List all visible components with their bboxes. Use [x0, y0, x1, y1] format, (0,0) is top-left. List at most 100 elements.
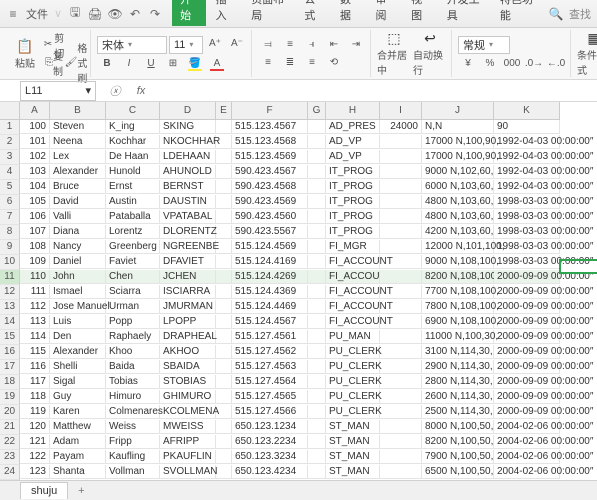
- cell[interactable]: [380, 225, 422, 239]
- cell[interactable]: 1998-03-03 00:00:00″: [494, 240, 560, 254]
- cell[interactable]: [308, 135, 326, 149]
- cell[interactable]: JMURMAN: [160, 300, 216, 314]
- bold-button[interactable]: B: [97, 56, 117, 72]
- cell[interactable]: [380, 135, 422, 149]
- row-header[interactable]: 16: [0, 345, 20, 360]
- format-painter-button[interactable]: 🖌格式刷: [66, 55, 86, 71]
- cell[interactable]: 515.124.4569: [232, 240, 308, 254]
- cell[interactable]: 4800 N,103,60,: [422, 210, 494, 224]
- cell[interactable]: Bruce: [50, 180, 106, 194]
- cell[interactable]: [216, 210, 232, 224]
- cell[interactable]: 9000 N,108,100,: [422, 255, 494, 269]
- cell[interactable]: 590.423.4560: [232, 210, 308, 224]
- cell[interactable]: 118: [20, 390, 50, 404]
- ribbon-tab[interactable]: 插入: [208, 0, 242, 26]
- cell[interactable]: Alexander: [50, 345, 106, 359]
- italic-button[interactable]: I: [119, 56, 139, 72]
- row-header[interactable]: 12: [0, 285, 20, 300]
- cell[interactable]: PU_CLERK: [326, 360, 380, 374]
- search-label[interactable]: 查找: [569, 6, 591, 22]
- cell[interactable]: Karen: [50, 405, 106, 419]
- cell[interactable]: PU_CLERK: [326, 375, 380, 389]
- cell[interactable]: 515.124.4369: [232, 285, 308, 299]
- ribbon-tab[interactable]: 开始: [172, 0, 206, 26]
- cell[interactable]: ST_MAN: [326, 435, 380, 449]
- sheet-tab[interactable]: shuju: [20, 482, 68, 499]
- cell[interactable]: ISCIARRA: [160, 285, 216, 299]
- font-combo[interactable]: 宋体▾: [97, 36, 167, 54]
- cell[interactable]: AHUNOLD: [160, 165, 216, 179]
- row-header[interactable]: 24: [0, 465, 20, 480]
- row-header[interactable]: 9: [0, 240, 20, 255]
- cell[interactable]: IT_PROG: [326, 225, 380, 239]
- cell[interactable]: [380, 315, 422, 329]
- cell[interactable]: [308, 225, 326, 239]
- print-icon[interactable]: 🖨: [88, 7, 102, 21]
- cell[interactable]: 515.124.4169: [232, 255, 308, 269]
- cell[interactable]: 1998-03-03 00:00:00″: [494, 255, 560, 269]
- cell[interactable]: Valli: [50, 210, 106, 224]
- row-header[interactable]: 19: [0, 390, 20, 405]
- row-header[interactable]: 21: [0, 420, 20, 435]
- cell[interactable]: 8200 N,108,100,: [422, 270, 494, 284]
- cell[interactable]: 117: [20, 375, 50, 389]
- cell[interactable]: K_ing: [106, 120, 160, 134]
- cell[interactable]: Den: [50, 330, 106, 344]
- border-button[interactable]: ⊞: [163, 56, 183, 72]
- cell[interactable]: Ernst: [106, 180, 160, 194]
- cell[interactable]: IT_PROG: [326, 210, 380, 224]
- cell[interactable]: 1992-04-03 00:00:00″: [494, 150, 560, 164]
- indent-right-button[interactable]: ⇥: [346, 37, 366, 53]
- cell[interactable]: [216, 435, 232, 449]
- cell[interactable]: 101: [20, 135, 50, 149]
- cell[interactable]: PU_CLERK: [326, 345, 380, 359]
- cell[interactable]: VPATABAL: [160, 210, 216, 224]
- cell[interactable]: 120: [20, 420, 50, 434]
- cell[interactable]: [380, 240, 422, 254]
- preview-icon[interactable]: 👁: [108, 7, 122, 21]
- currency-button[interactable]: ¥: [458, 56, 478, 72]
- row-header[interactable]: 15: [0, 330, 20, 345]
- cell[interactable]: 108: [20, 240, 50, 254]
- cell[interactable]: 3100 N,114,30,: [422, 345, 494, 359]
- cell[interactable]: Hunold: [106, 165, 160, 179]
- cell[interactable]: John: [50, 270, 106, 284]
- cell[interactable]: Adam: [50, 435, 106, 449]
- ribbon-tab[interactable]: 数据: [332, 0, 366, 26]
- cell[interactable]: 2000-09-09 00:00:00″: [494, 360, 560, 374]
- cell[interactable]: David: [50, 195, 106, 209]
- cell[interactable]: DAUSTIN: [160, 195, 216, 209]
- number-format-combo[interactable]: 常规▾: [458, 36, 510, 54]
- cell[interactable]: ST_MAN: [326, 465, 380, 479]
- column-header[interactable]: E: [216, 102, 232, 120]
- cell[interactable]: [380, 345, 422, 359]
- cell[interactable]: 12000 N,101,100,: [422, 240, 494, 254]
- cell[interactable]: [216, 405, 232, 419]
- cell[interactable]: PU_MAN: [326, 330, 380, 344]
- cell[interactable]: N,N: [422, 120, 494, 134]
- align-bottom-button[interactable]: ⫣: [302, 37, 322, 53]
- cell[interactable]: 6900 N,108,100,: [422, 315, 494, 329]
- cell[interactable]: SVOLLMAN: [160, 465, 216, 479]
- cell[interactable]: Kaufling: [106, 450, 160, 464]
- cell[interactable]: 515.124.4567: [232, 315, 308, 329]
- cell[interactable]: 7700 N,108,100,: [422, 285, 494, 299]
- cell[interactable]: 1998-03-03 00:00:00″: [494, 210, 560, 224]
- cell[interactable]: 121: [20, 435, 50, 449]
- cell[interactable]: [216, 255, 232, 269]
- cell[interactable]: Daniel: [50, 255, 106, 269]
- row-header[interactable]: 1: [0, 120, 20, 135]
- cell[interactable]: 515.124.4269: [232, 270, 308, 284]
- cell[interactable]: 2000-09-09 00:00:00″: [494, 330, 560, 344]
- cell[interactable]: 8200 N,100,50,: [422, 435, 494, 449]
- cell[interactable]: STOBIAS: [160, 375, 216, 389]
- cell[interactable]: 7800 N,108,100,: [422, 300, 494, 314]
- cell[interactable]: [380, 435, 422, 449]
- cell[interactable]: 2004-02-06 00:00:00″: [494, 420, 560, 434]
- cell[interactable]: [308, 210, 326, 224]
- cell[interactable]: FI_ACCOUNT: [326, 285, 380, 299]
- cell[interactable]: [308, 150, 326, 164]
- cell[interactable]: 24000: [380, 120, 422, 134]
- cell[interactable]: MWEISS: [160, 420, 216, 434]
- fx-button[interactable]: ⓧ: [102, 83, 128, 99]
